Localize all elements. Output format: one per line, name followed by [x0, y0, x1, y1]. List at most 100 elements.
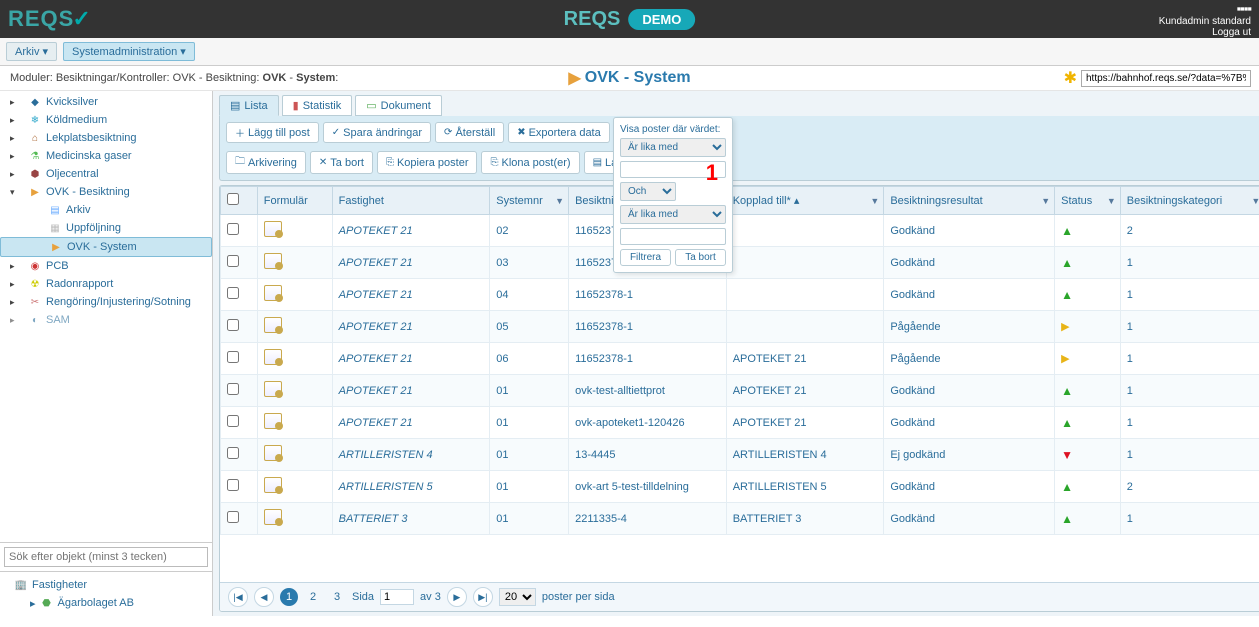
btn-klona[interactable]: ⎘Klona post(er) — [481, 151, 579, 174]
pager-page-2[interactable]: 2 — [304, 588, 322, 606]
pager-last-button[interactable]: ▶| — [473, 587, 493, 607]
form-icon[interactable] — [264, 317, 282, 333]
filter-conj-select[interactable]: Och — [620, 186, 676, 201]
pager-pagesize-select[interactable]: 20 — [499, 588, 536, 606]
row-checkbox[interactable] — [227, 479, 239, 491]
fastighet-link[interactable]: APOTEKET 21 — [339, 353, 413, 365]
pager-first-button[interactable]: |◀ — [228, 587, 248, 607]
tree-rengoring[interactable]: ✂Rengöring/Injustering/Sotning — [0, 293, 212, 311]
table-row[interactable]: APOTEKET 2101ovk-apoteket1-120426APOTEKE… — [221, 407, 1259, 439]
btn-kopiera[interactable]: ⎘Kopiera poster — [377, 151, 478, 174]
row-checkbox[interactable] — [227, 415, 239, 427]
filter-icon[interactable]: ▼ — [1041, 196, 1050, 206]
row-checkbox[interactable] — [227, 287, 239, 299]
tree-hscrollbar[interactable] — [0, 329, 212, 345]
tree-sub-uppfoljning[interactable]: ▦Uppföljning — [0, 219, 212, 237]
fastighet-link[interactable]: APOTEKET 21 — [339, 417, 413, 429]
pager-prev-button[interactable]: ◀ — [254, 587, 274, 607]
filter-icon[interactable]: ▼ — [1251, 196, 1259, 206]
tree-fastigheter[interactable]: 🏢Fastigheter — [6, 576, 206, 594]
btn-ta-bort[interactable]: ✕Ta bort — [310, 151, 373, 174]
col-fastighet[interactable]: Fastighet — [332, 187, 490, 215]
table-row[interactable]: ARTILLERISTEN 40113-4445ARTILLERISTEN 4E… — [221, 439, 1259, 471]
tree-ovk-besiktning[interactable]: ▶OVK - Besiktning — [0, 183, 212, 201]
grid-scroll[interactable]: Formulär Fastighet Systemnr▼ Besiktning▼… — [220, 186, 1259, 566]
select-all-checkbox[interactable] — [227, 193, 239, 205]
fastighet-link[interactable]: ARTILLERISTEN 5 — [339, 481, 433, 493]
form-icon[interactable] — [264, 509, 282, 525]
filter-icon[interactable]: ▼ — [1107, 196, 1116, 206]
filter-clear-button[interactable]: Ta bort — [675, 249, 726, 266]
row-checkbox[interactable] — [227, 319, 239, 331]
share-url-input[interactable] — [1081, 70, 1251, 87]
col-status[interactable]: Status▼ — [1055, 187, 1121, 215]
table-row[interactable]: ARTILLERISTEN 501ovk-art 5-test-tilldeln… — [221, 471, 1259, 503]
btn-arkivering[interactable]: 🗀Arkivering — [226, 151, 306, 174]
fastighet-link[interactable]: APOTEKET 21 — [339, 225, 413, 237]
btn-exportera[interactable]: ✖Exportera data — [508, 122, 610, 143]
form-icon[interactable] — [264, 253, 282, 269]
table-row[interactable]: APOTEKET 210611652378-1APOTEKET 21Pågåen… — [221, 343, 1259, 375]
btn-spara[interactable]: ✓Spara ändringar — [323, 122, 431, 143]
form-icon[interactable] — [264, 477, 282, 493]
tree-oljecentral[interactable]: ⬢Oljecentral — [0, 165, 212, 183]
table-row[interactable]: APOTEKET 210311652378-1Godkänd▲12011-08-… — [221, 247, 1259, 279]
tree-sam[interactable]: ◐SAM — [0, 311, 212, 329]
btn-lagg-till-post[interactable]: ＋Lägg till post — [226, 122, 319, 143]
form-icon[interactable] — [264, 349, 282, 365]
pager-next-button[interactable]: ▶ — [447, 587, 467, 607]
table-row[interactable]: APOTEKET 210211652378-1Godkänd▲22011-08-… — [221, 215, 1259, 247]
tree-lekplats[interactable]: ⌂Lekplatsbesiktning — [0, 129, 212, 147]
row-checkbox[interactable] — [227, 223, 239, 235]
form-icon[interactable] — [264, 381, 282, 397]
filter-value2-input[interactable] — [620, 228, 726, 245]
search-input[interactable] — [4, 547, 208, 567]
filter-op2-select[interactable]: Är lika med — [620, 205, 726, 224]
tree-kvicksilver[interactable]: ◆Kvicksilver — [0, 93, 212, 111]
tree-koldmedium[interactable]: ❄Köldmedium — [0, 111, 212, 129]
btn-aterstall[interactable]: ⟳Återställ — [435, 122, 504, 143]
table-row[interactable]: BATTERIET 3012211335-4BATTERIET 3Godkänd… — [221, 503, 1259, 535]
col-checkbox[interactable] — [221, 187, 258, 215]
tree-medicinska[interactable]: ⚗Medicinska gaser — [0, 147, 212, 165]
row-checkbox[interactable] — [227, 511, 239, 523]
pager-page-1[interactable]: 1 — [280, 588, 298, 606]
form-icon[interactable] — [264, 221, 282, 237]
menu-sysadmin[interactable]: Systemadministration ▾ — [63, 42, 195, 61]
row-checkbox[interactable] — [227, 383, 239, 395]
tree-radon[interactable]: ☢Radonrapport — [0, 275, 212, 293]
tab-lista[interactable]: ▤Lista — [219, 95, 279, 116]
tree-pcb[interactable]: ◉PCB — [0, 257, 212, 275]
row-checkbox[interactable] — [227, 447, 239, 459]
col-resultat[interactable]: Besiktningsresultat▼ — [884, 187, 1055, 215]
form-icon[interactable] — [264, 445, 282, 461]
table-row[interactable]: APOTEKET 2101ovk-test-alltiettprotAPOTEK… — [221, 375, 1259, 407]
row-checkbox[interactable] — [227, 351, 239, 363]
fastighet-link[interactable]: ARTILLERISTEN 4 — [339, 449, 433, 461]
tree-sub-arkiv[interactable]: ▤Arkiv — [0, 201, 212, 219]
grid-icon[interactable]: ▪▪▪▪ — [1159, 1, 1251, 16]
table-row[interactable]: APOTEKET 210511652378-1Pågående▶12012-11… — [221, 311, 1259, 343]
tab-dokument[interactable]: ▭Dokument — [355, 95, 442, 116]
pager-page-3[interactable]: 3 — [328, 588, 346, 606]
col-formular[interactable]: Formulär — [257, 187, 332, 215]
row-checkbox[interactable] — [227, 255, 239, 267]
col-systemnr[interactable]: Systemnr▼ — [490, 187, 569, 215]
grid-hscrollbar[interactable] — [220, 566, 1259, 582]
logout-link[interactable]: Logga ut — [1159, 27, 1251, 38]
fastighet-link[interactable]: APOTEKET 21 — [339, 289, 413, 301]
form-icon[interactable] — [264, 285, 282, 301]
fastighet-link[interactable]: APOTEKET 21 — [339, 321, 413, 333]
pager-page-input[interactable] — [380, 589, 414, 605]
table-row[interactable]: APOTEKET 210411652378-1Godkänd▲12011-08-… — [221, 279, 1259, 311]
menu-arkiv[interactable]: Arkiv ▾ — [6, 42, 57, 61]
fastighet-link[interactable]: BATTERIET 3 — [339, 513, 408, 525]
tree-sub-ovk-system[interactable]: ▶OVK - System — [0, 237, 212, 257]
filter-icon[interactable]: ▼ — [870, 196, 879, 206]
tree-agarbolaget[interactable]: ▸ ⬣Ägarbolaget AB — [6, 594, 206, 612]
fastighet-link[interactable]: APOTEKET 21 — [339, 385, 413, 397]
col-kopplad-till[interactable]: Kopplad till* ▴▼ — [726, 187, 884, 215]
fastighet-link[interactable]: APOTEKET 21 — [339, 257, 413, 269]
filter-icon[interactable]: ▼ — [555, 196, 564, 206]
form-icon[interactable] — [264, 413, 282, 429]
